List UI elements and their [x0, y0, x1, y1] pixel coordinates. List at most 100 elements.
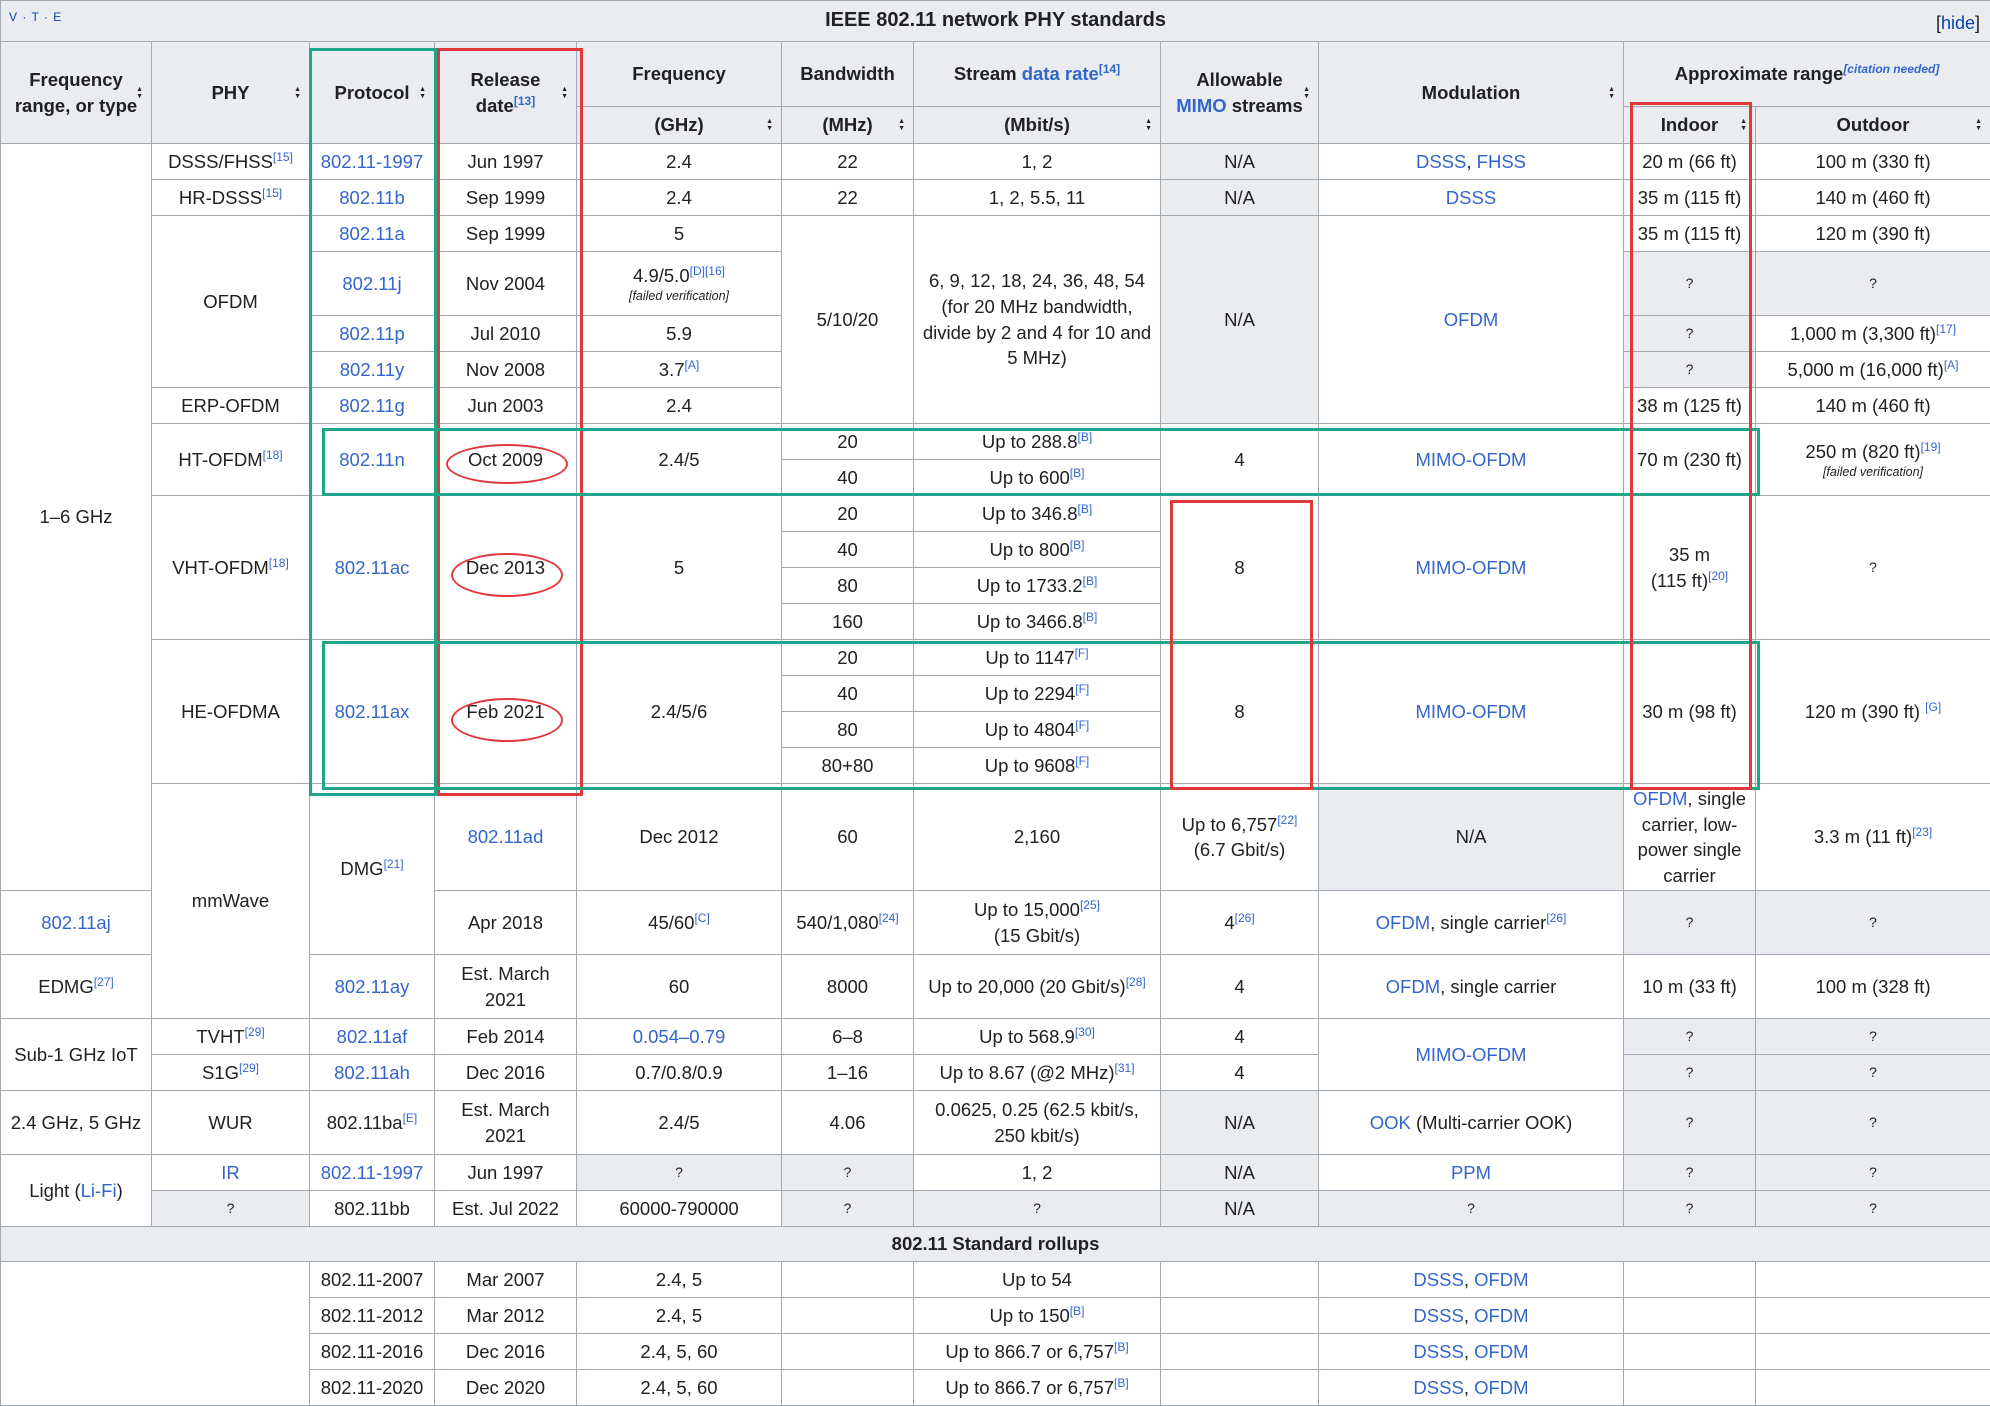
ref-link[interactable]: [B] [1077, 502, 1092, 516]
ref-link[interactable]: [18] [269, 556, 289, 570]
protocol-cell[interactable]: 802.11ac [310, 496, 435, 640]
outdoor-cell: 120 m (390 ft) [G] [1756, 640, 1990, 784]
protocol-cell[interactable]: 802.11g [310, 388, 435, 424]
ref-link[interactable]: [13] [514, 93, 535, 107]
hide-toggle[interactable]: [hide] [1936, 11, 1980, 36]
ref-link[interactable]: [B] [1114, 1376, 1129, 1390]
ref-link[interactable]: [B] [1114, 1340, 1129, 1354]
ref-link[interactable]: [24] [879, 911, 899, 925]
protocol-cell[interactable]: 802.11ad [435, 784, 577, 891]
protocol-cell[interactable]: 802.11aj [1, 891, 152, 955]
protocol-cell[interactable]: 802.11-1997 [310, 144, 435, 180]
ref-link[interactable]: [29] [245, 1025, 265, 1039]
col-modulation[interactable]: Modulation [1319, 42, 1624, 144]
col-frequency-unit[interactable]: (GHz) [577, 107, 782, 144]
protocol-cell[interactable]: 802.11a [310, 216, 435, 252]
ref-link[interactable]: [28] [1126, 975, 1146, 989]
ref-link[interactable]: [17] [1936, 322, 1956, 336]
freq-cell: 2.4, 5 [577, 1262, 782, 1298]
rate-cell: 6, 9, 12, 18, 24, 36, 48, 54 (for 20 MHz… [914, 216, 1161, 424]
ref-link[interactable]: [14] [1099, 62, 1120, 76]
ref-link[interactable]: [15] [262, 186, 282, 200]
protocol-cell[interactable]: 802.11y [310, 352, 435, 388]
date-cell: Oct 2009 [435, 424, 577, 496]
protocol-cell[interactable]: 802.11ax [310, 640, 435, 784]
col-stream-unit[interactable]: (Mbit/s) [914, 107, 1161, 144]
data-rate-link[interactable]: data rate [1022, 63, 1099, 84]
outdoor-cell [1756, 1334, 1990, 1370]
ref-link[interactable]: [22] [1277, 812, 1297, 826]
ref-link[interactable]: [29] [239, 1061, 259, 1075]
protocol-cell[interactable]: 802.11b [310, 180, 435, 216]
phy-standards-table: V · T · E IEEE 802.11 network PHY standa… [0, 0, 1990, 1406]
ref-link[interactable]: [A] [685, 358, 700, 372]
ref-link[interactable]: [F] [1075, 682, 1089, 696]
vte-links[interactable]: V · T · E [9, 9, 62, 26]
protocol-cell[interactable]: 802.11af [310, 1019, 435, 1055]
mod-cell: OFDM [1319, 216, 1624, 424]
col-indoor[interactable]: Indoor [1624, 107, 1756, 144]
ref-link[interactable]: [E] [403, 1111, 418, 1125]
ref-link[interactable]: [B] [1070, 538, 1085, 552]
ref-link[interactable]: [C] [694, 911, 709, 925]
rate-cell: Up to 866.7 or 6,757[B] [914, 1370, 1161, 1406]
col-bandwidth-unit[interactable]: (MHz) [782, 107, 914, 144]
ref-link[interactable]: [15] [273, 150, 293, 164]
col-mimo-streams[interactable]: AllowableMIMO streams [1161, 42, 1319, 144]
col-release-date[interactable]: Release date[13] [435, 42, 577, 144]
ref-link[interactable]: [F] [1075, 646, 1089, 660]
ref-link[interactable]: [19] [1921, 440, 1941, 454]
ref-link[interactable]: [21] [384, 857, 404, 871]
mod-cell: MIMO-OFDM [1319, 640, 1624, 784]
ref-link[interactable]: [B] [1070, 466, 1085, 480]
mod-cell: MIMO-OFDM [1319, 424, 1624, 496]
phy-cell[interactable]: IR [152, 1155, 310, 1191]
ref-link[interactable]: [30] [1075, 1025, 1095, 1039]
ref-link[interactable]: [27] [94, 975, 114, 989]
col-frequency-range[interactable]: Frequency range, or type [1, 42, 152, 144]
rollups-header-row: 802.11 Standard rollups [1, 1227, 1990, 1262]
ref-link[interactable]: [B] [1083, 610, 1098, 624]
rate-cell: Up to 4804[F] [914, 712, 1161, 748]
ref-link[interactable]: [F] [1075, 718, 1089, 732]
citation-needed-link[interactable]: [citation needed] [1843, 62, 1939, 76]
indoor-cell: 35 m(115 ft)[20] [1624, 496, 1756, 640]
freq-cell: 2.4, 5, 60 [577, 1334, 782, 1370]
ref-link[interactable]: [16] [705, 264, 725, 278]
ref-link[interactable]: [23] [1912, 825, 1932, 839]
protocol-cell[interactable]: 802.11-1997 [310, 1155, 435, 1191]
col-stream-data-rate: Stream data rate[14] [914, 42, 1161, 107]
outdoor-cell: ? [1756, 1155, 1990, 1191]
hide-link[interactable]: hide [1941, 13, 1975, 33]
indoor-cell: ? [1624, 316, 1756, 352]
ref-link[interactable]: [D] [690, 264, 705, 278]
freq-cell[interactable]: 0.054–0.79 [577, 1019, 782, 1055]
mod-cell: DSSS [1319, 180, 1624, 216]
ref-link[interactable]: [A] [1944, 358, 1959, 372]
protocol-cell[interactable]: 802.11ah [310, 1055, 435, 1091]
col-outdoor[interactable]: Outdoor [1756, 107, 1990, 144]
ref-link[interactable]: [F] [1075, 754, 1089, 768]
table-row: 1–6 GHz DSSS/FHSS[15] 802.11-1997 Jun 19… [1, 144, 1990, 180]
ref-link[interactable]: [26] [1235, 911, 1255, 925]
protocol-cell[interactable]: 802.11p [310, 316, 435, 352]
ref-link[interactable]: [25] [1080, 898, 1100, 912]
bw-cell: 4.06 [782, 1091, 914, 1155]
mimo-link[interactable]: MIMO [1176, 95, 1226, 116]
col-protocol[interactable]: Protocol [310, 42, 435, 144]
freq-cell: 2.4 [577, 388, 782, 424]
ref-link[interactable]: [B] [1070, 1304, 1085, 1318]
ref-link[interactable]: [18] [263, 448, 283, 462]
protocol-cell[interactable]: 802.11n [310, 424, 435, 496]
ref-link[interactable]: [G] [1925, 700, 1941, 714]
ref-link[interactable]: [20] [1708, 568, 1728, 582]
lifi-link[interactable]: Li-Fi [81, 1180, 117, 1201]
ref-link[interactable]: [26] [1546, 911, 1566, 925]
col-phy[interactable]: PHY [152, 42, 310, 144]
mod-cell: OOK (Multi-carrier OOK) [1319, 1091, 1624, 1155]
ref-link[interactable]: [B] [1077, 430, 1092, 444]
protocol-cell[interactable]: 802.11ay [310, 955, 435, 1019]
ref-link[interactable]: [31] [1115, 1061, 1135, 1075]
protocol-cell[interactable]: 802.11j [310, 252, 435, 316]
ref-link[interactable]: [B] [1083, 574, 1098, 588]
